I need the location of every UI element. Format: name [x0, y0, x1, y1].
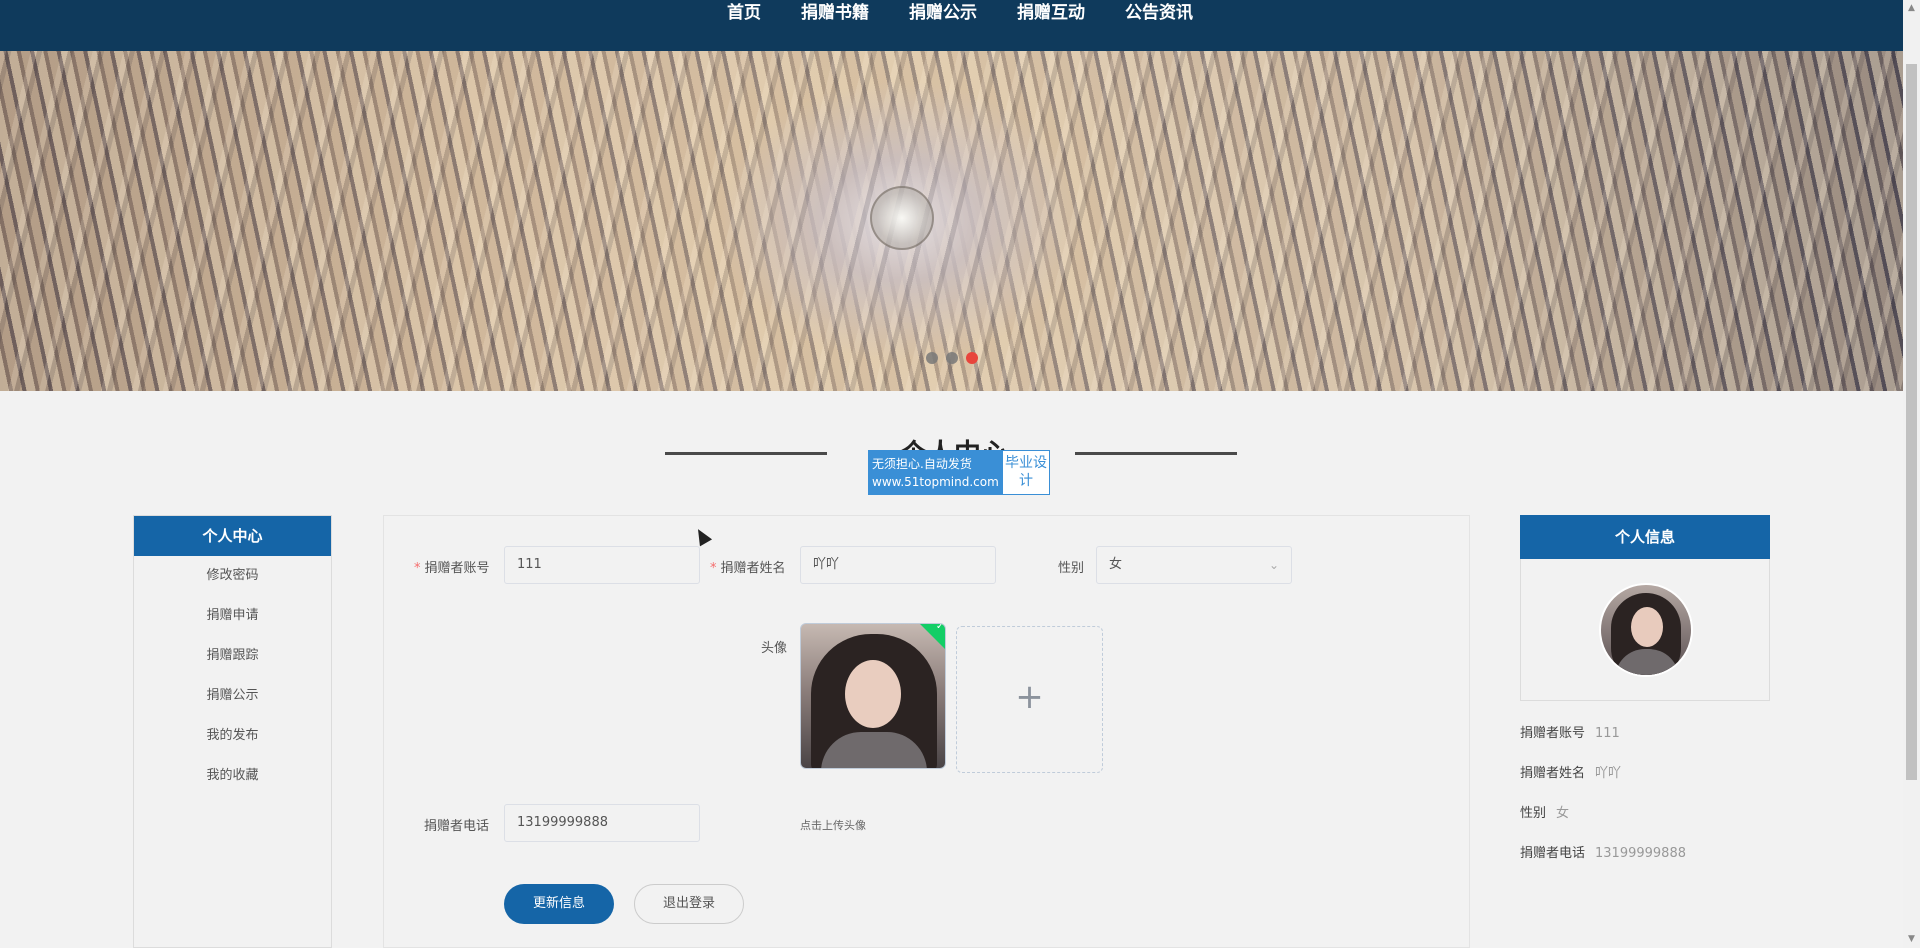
carousel-dot-active[interactable]	[966, 352, 978, 364]
title-divider-right	[1075, 452, 1237, 455]
sidebar-item-donation-public[interactable]: 捐赠公示	[134, 676, 331, 716]
watermark-text: 无须担心.自动发货 www.51topmind.com	[869, 451, 1003, 494]
avatar	[1599, 583, 1693, 677]
title-divider-left	[665, 452, 827, 455]
scroll-down-icon[interactable]: ▼	[1903, 931, 1920, 948]
gender-select[interactable]: 女 ⌄	[1096, 546, 1292, 584]
carousel-dot[interactable]	[946, 352, 958, 364]
avatar-upload-button[interactable]: +	[956, 626, 1103, 773]
avatar-preview-image[interactable]: ✓	[800, 623, 946, 769]
update-info-button[interactable]: 更新信息	[504, 884, 614, 924]
banner-image	[0, 51, 1903, 391]
nav-item-announcements[interactable]: 公告资讯	[1125, 0, 1193, 26]
carousel-indicators	[926, 352, 978, 364]
plus-icon: +	[1015, 677, 1044, 717]
watermark-badge: 无须担心.自动发货 www.51topmind.com 毕业设计	[868, 450, 1050, 495]
phone-input[interactable]: 13199999888	[504, 804, 700, 842]
logout-button[interactable]: 退出登录	[634, 884, 744, 924]
gender-select-value: 女	[1109, 557, 1123, 572]
phone-label: 捐赠者电话	[424, 819, 490, 834]
sidebar-item-donation-tracking[interactable]: 捐赠跟踪	[134, 636, 331, 676]
info-row-account: 捐赠者账号 111	[1520, 726, 1620, 741]
name-label: * 捐赠者姓名	[710, 561, 786, 576]
scroll-up-icon[interactable]: ▲	[1903, 0, 1920, 17]
required-mark: *	[414, 561, 421, 576]
scrollbar-thumb[interactable]	[1906, 64, 1917, 780]
sidebar-item-my-favorites[interactable]: 我的收藏	[134, 756, 331, 796]
sidebar-item-donation-apply[interactable]: 捐赠申请	[134, 596, 331, 636]
avatar-label: 头像	[761, 641, 788, 656]
carousel-dot[interactable]	[926, 352, 938, 364]
sidebar-item-change-password[interactable]: 修改密码	[134, 556, 331, 596]
upload-success-badge: ✓	[916, 623, 945, 653]
info-row-phone: 捐赠者电话 13199999888	[1520, 846, 1686, 861]
gender-label: 性别	[1058, 561, 1085, 576]
info-row-gender: 性别女	[1520, 806, 1570, 821]
upload-tip-text: 点击上传头像	[800, 819, 866, 832]
top-navigation: 首页 捐赠书籍 捐赠公示 捐赠互动 公告资讯	[0, 0, 1903, 51]
banner-image-center	[870, 186, 934, 250]
sidebar-title: 个人中心	[134, 516, 331, 556]
profile-info-title: 个人信息	[1520, 515, 1770, 559]
nav-item-home[interactable]: 首页	[727, 0, 761, 26]
nav-item-donate-books[interactable]: 捐赠书籍	[801, 0, 869, 26]
watermark-line2: www.51topmind.com	[872, 475, 999, 489]
name-input[interactable]: 吖吖	[800, 546, 996, 584]
nav-item-donation-public[interactable]: 捐赠公示	[909, 0, 977, 26]
check-icon: ✓	[935, 623, 945, 632]
chevron-down-icon: ⌄	[1268, 558, 1279, 572]
sidebar-item-my-posts[interactable]: 我的发布	[134, 716, 331, 756]
vertical-scrollbar[interactable]: ▲ ▼	[1903, 0, 1920, 948]
account-input[interactable]: 111	[504, 546, 700, 584]
watermark-line1: 无须担心.自动发货	[872, 457, 972, 471]
watermark-tag: 毕业设计	[1005, 455, 1047, 489]
sidebar-menu: 个人中心 修改密码 捐赠申请 捐赠跟踪 捐赠公示 我的发布 我的收藏	[133, 515, 332, 948]
account-label: * 捐赠者账号	[414, 561, 490, 576]
banner-carousel[interactable]	[0, 51, 1903, 391]
profile-info-card	[1520, 559, 1770, 701]
nav-item-donation-interaction[interactable]: 捐赠互动	[1017, 0, 1085, 26]
required-mark: *	[710, 561, 717, 576]
info-row-name: 捐赠者姓名 吖吖	[1520, 766, 1622, 781]
